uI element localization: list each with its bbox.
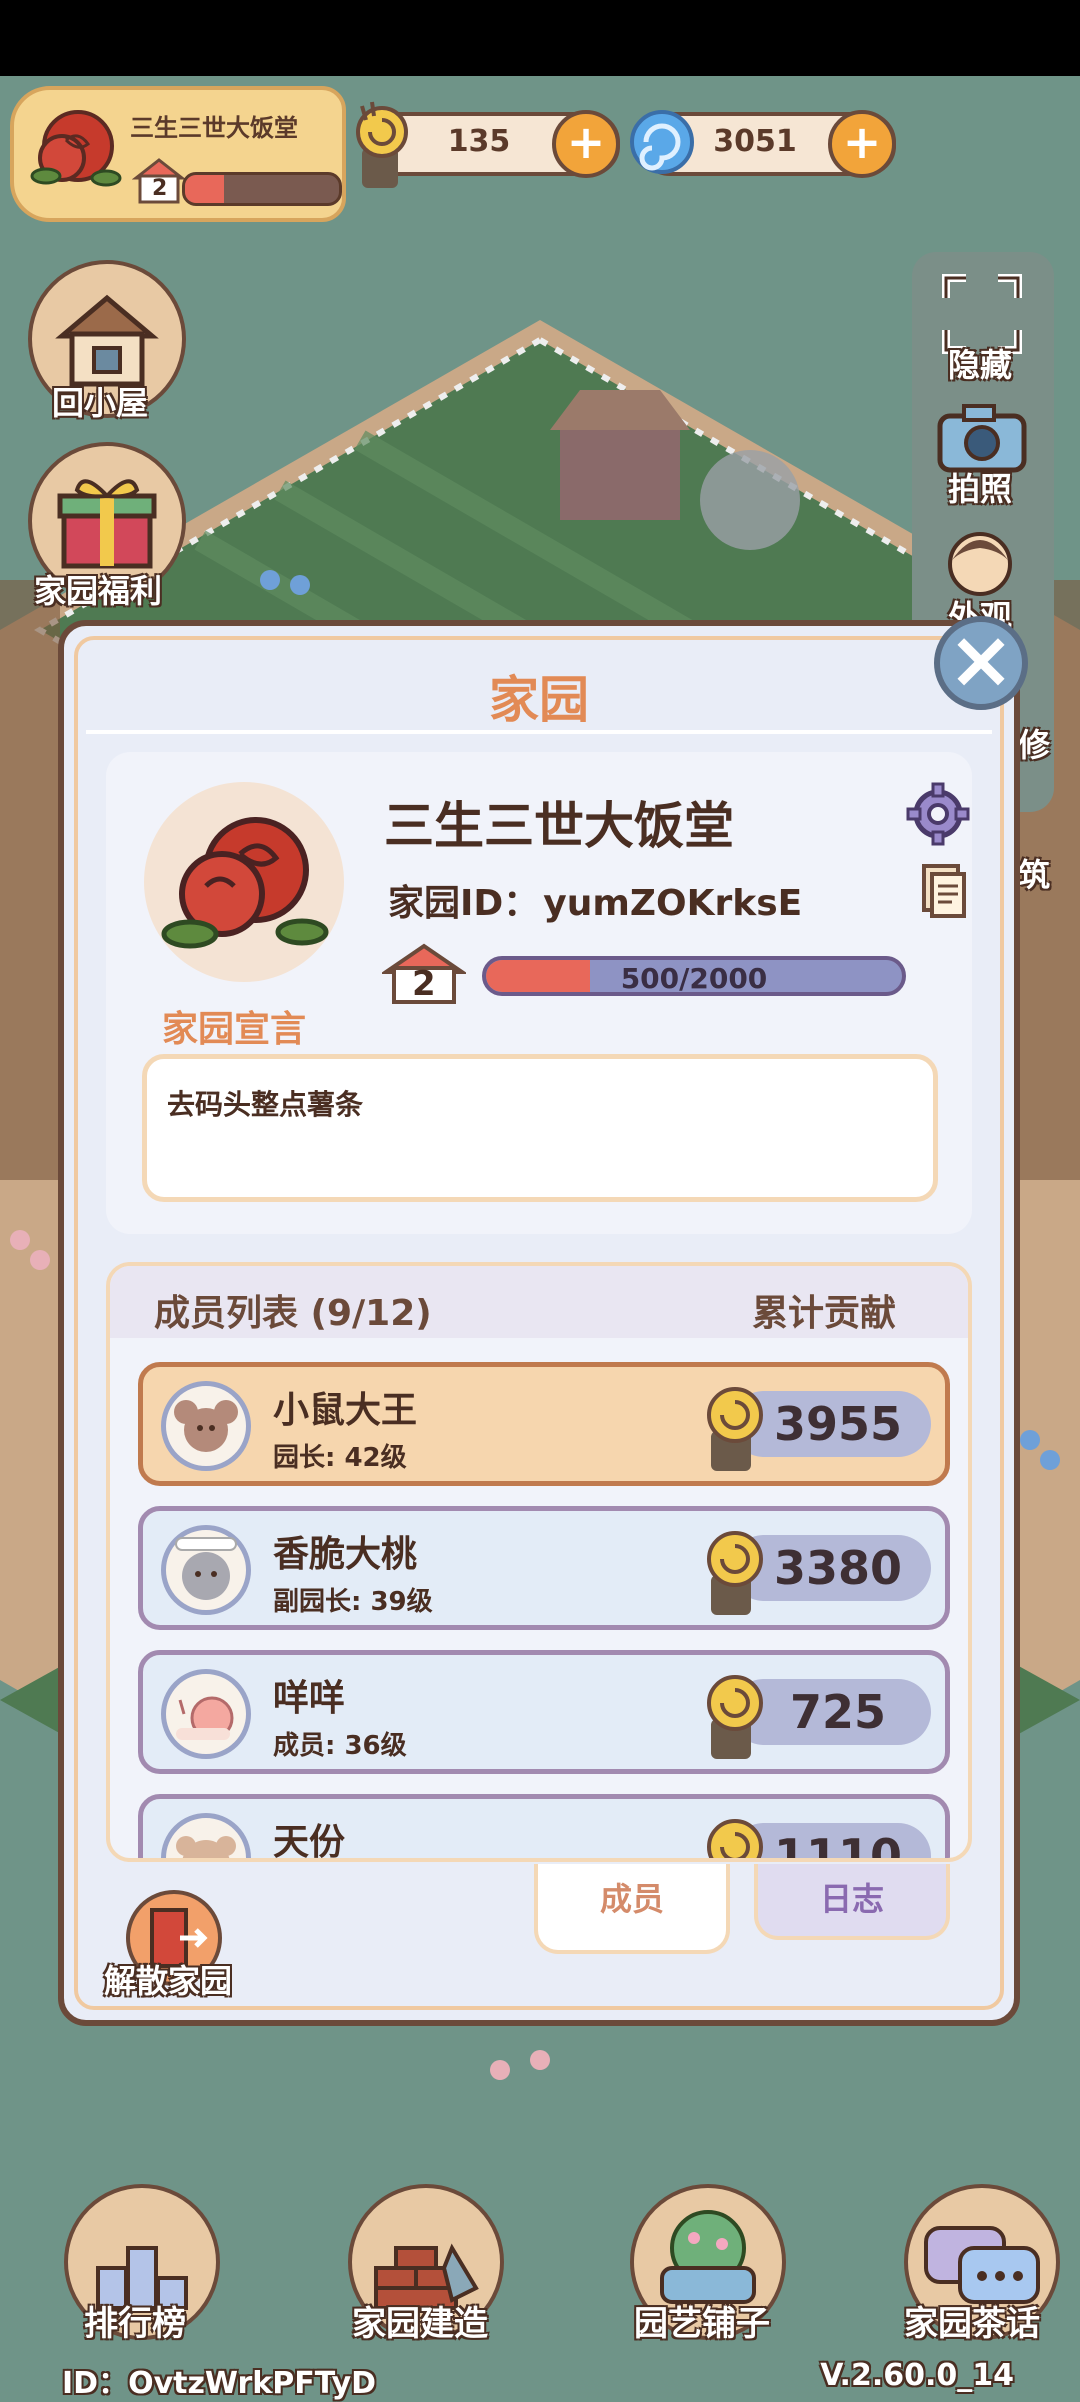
bear-avatar-icon [176, 1836, 236, 1858]
member-avatar [161, 1381, 251, 1471]
home-id-label: 家园ID： [388, 883, 540, 924]
member-avatar [161, 1813, 251, 1858]
tab-log[interactable]: 日志 [754, 1864, 950, 1940]
member-row[interactable]: 天份 1110 [138, 1794, 950, 1862]
member-list-card: 成员列表 (9/12) 累计贡献 小鼠大王 园长: 42级 3955 香脆大桃 … [106, 1262, 972, 1862]
status-bar [0, 0, 1080, 76]
golden-snail-icon [356, 101, 408, 188]
rose-emblem-icon [161, 817, 329, 949]
member-score: 3380 [773, 1541, 903, 1595]
member-score: 3955 [773, 1397, 903, 1451]
home-progress-bar [182, 172, 342, 206]
version-text: V.2.60.0_14 [820, 2358, 1014, 2393]
welfare-label: 家园福利 [34, 572, 163, 610]
member-rank: 园长: 42级 [273, 1443, 407, 1473]
declaration-box[interactable]: 去码头整点薯条 [142, 1054, 938, 1202]
add-swirl-coin-button[interactable]: + [828, 110, 896, 178]
home-chat-label: 家园茶话 [904, 2304, 1040, 2344]
hide-label: 隐藏 [948, 346, 1013, 384]
snail-coin-value: 135 [447, 124, 511, 159]
rose-emblem-icon [30, 110, 122, 187]
member-avatar [161, 1525, 251, 1615]
home-id-value: yumZOKrksE [543, 883, 803, 924]
members-header: 成员列表 (9/12) [154, 1293, 432, 1334]
member-score: 1110 [773, 1829, 903, 1862]
level-number: 2 [412, 964, 436, 1004]
home-info-card: 家园宣言 三生三世大饭堂 家园ID：yumZOKrksE 2 500/2000 [106, 752, 972, 1234]
dissolve-home-label: 解散家园 [104, 1962, 233, 2000]
ranking-label: 排行榜 [84, 2304, 186, 2344]
member-row[interactable]: 香脆大桃 副园长: 39级 3380 [138, 1506, 950, 1630]
member-avatar [161, 1669, 251, 1759]
home-modal: 家园 家园宣言 三生三世大饭堂 家园ID： yumZOKrksE 2 500/20… [58, 620, 1020, 2026]
repair-label: 修 [1018, 726, 1051, 764]
contribution-header: 累计贡献 [751, 1293, 896, 1334]
member-list-header: 成员列表 (9/12) 累计贡献 [110, 1266, 968, 1338]
mouse-avatar-icon [174, 1400, 238, 1452]
build-label: 筑 [1018, 856, 1051, 894]
title-divider [86, 730, 992, 734]
cat-avatar-icon [175, 1537, 237, 1600]
blue-swirl-icon [630, 110, 694, 174]
tab-members[interactable]: 成员 [534, 1864, 730, 1954]
gear-icon[interactable] [906, 782, 970, 846]
snail-avatar-icon [176, 1696, 234, 1740]
back-home-label: 回小屋 [52, 384, 149, 422]
home-level: 2 [152, 176, 168, 201]
declaration-title: 家园宣言 [162, 1009, 307, 1050]
home-build-label: 家园建造 [352, 2304, 488, 2344]
player-id: ID：OvtzWrkPFTyD [62, 2366, 377, 2401]
garden-shop-label: 园艺铺子 [634, 2304, 770, 2344]
member-name: 香脆大桃 [273, 1534, 418, 1575]
home-id: 家园ID： yumZOKrksE [384, 874, 802, 926]
swirl-coin-value: 3051 [713, 124, 797, 159]
add-snail-coin-button[interactable]: + [552, 110, 620, 178]
home-name-heading: 三生三世大饭堂 [384, 797, 734, 855]
member-rank: 成员: 36级 [273, 1731, 407, 1761]
member-row[interactable]: 小鼠大王 园长: 42级 3955 [138, 1362, 950, 1486]
close-icon: × [947, 613, 1015, 706]
exp-progress-bar: 500/2000 [482, 956, 906, 996]
member-row[interactable]: 咩咩 成员: 36级 725 [138, 1650, 950, 1774]
close-button[interactable]: × [934, 616, 1028, 710]
copy-icon[interactable] [920, 862, 968, 920]
modal-title: 家园 [489, 671, 589, 729]
home-chip[interactable]: 三生三世大饭堂 2 [10, 86, 346, 222]
member-name: 咩咩 [273, 1678, 346, 1719]
member-rank: 副园长: 39级 [273, 1587, 433, 1617]
exp-text: 500/2000 [620, 962, 768, 995]
member-name: 小鼠大王 [273, 1390, 418, 1431]
home-avatar [144, 782, 344, 982]
home-name: 三生三世大饭堂 [130, 114, 298, 142]
member-name: 天份 [273, 1822, 346, 1862]
photo-label: 拍照 [948, 470, 1013, 508]
member-score: 725 [789, 1685, 887, 1739]
